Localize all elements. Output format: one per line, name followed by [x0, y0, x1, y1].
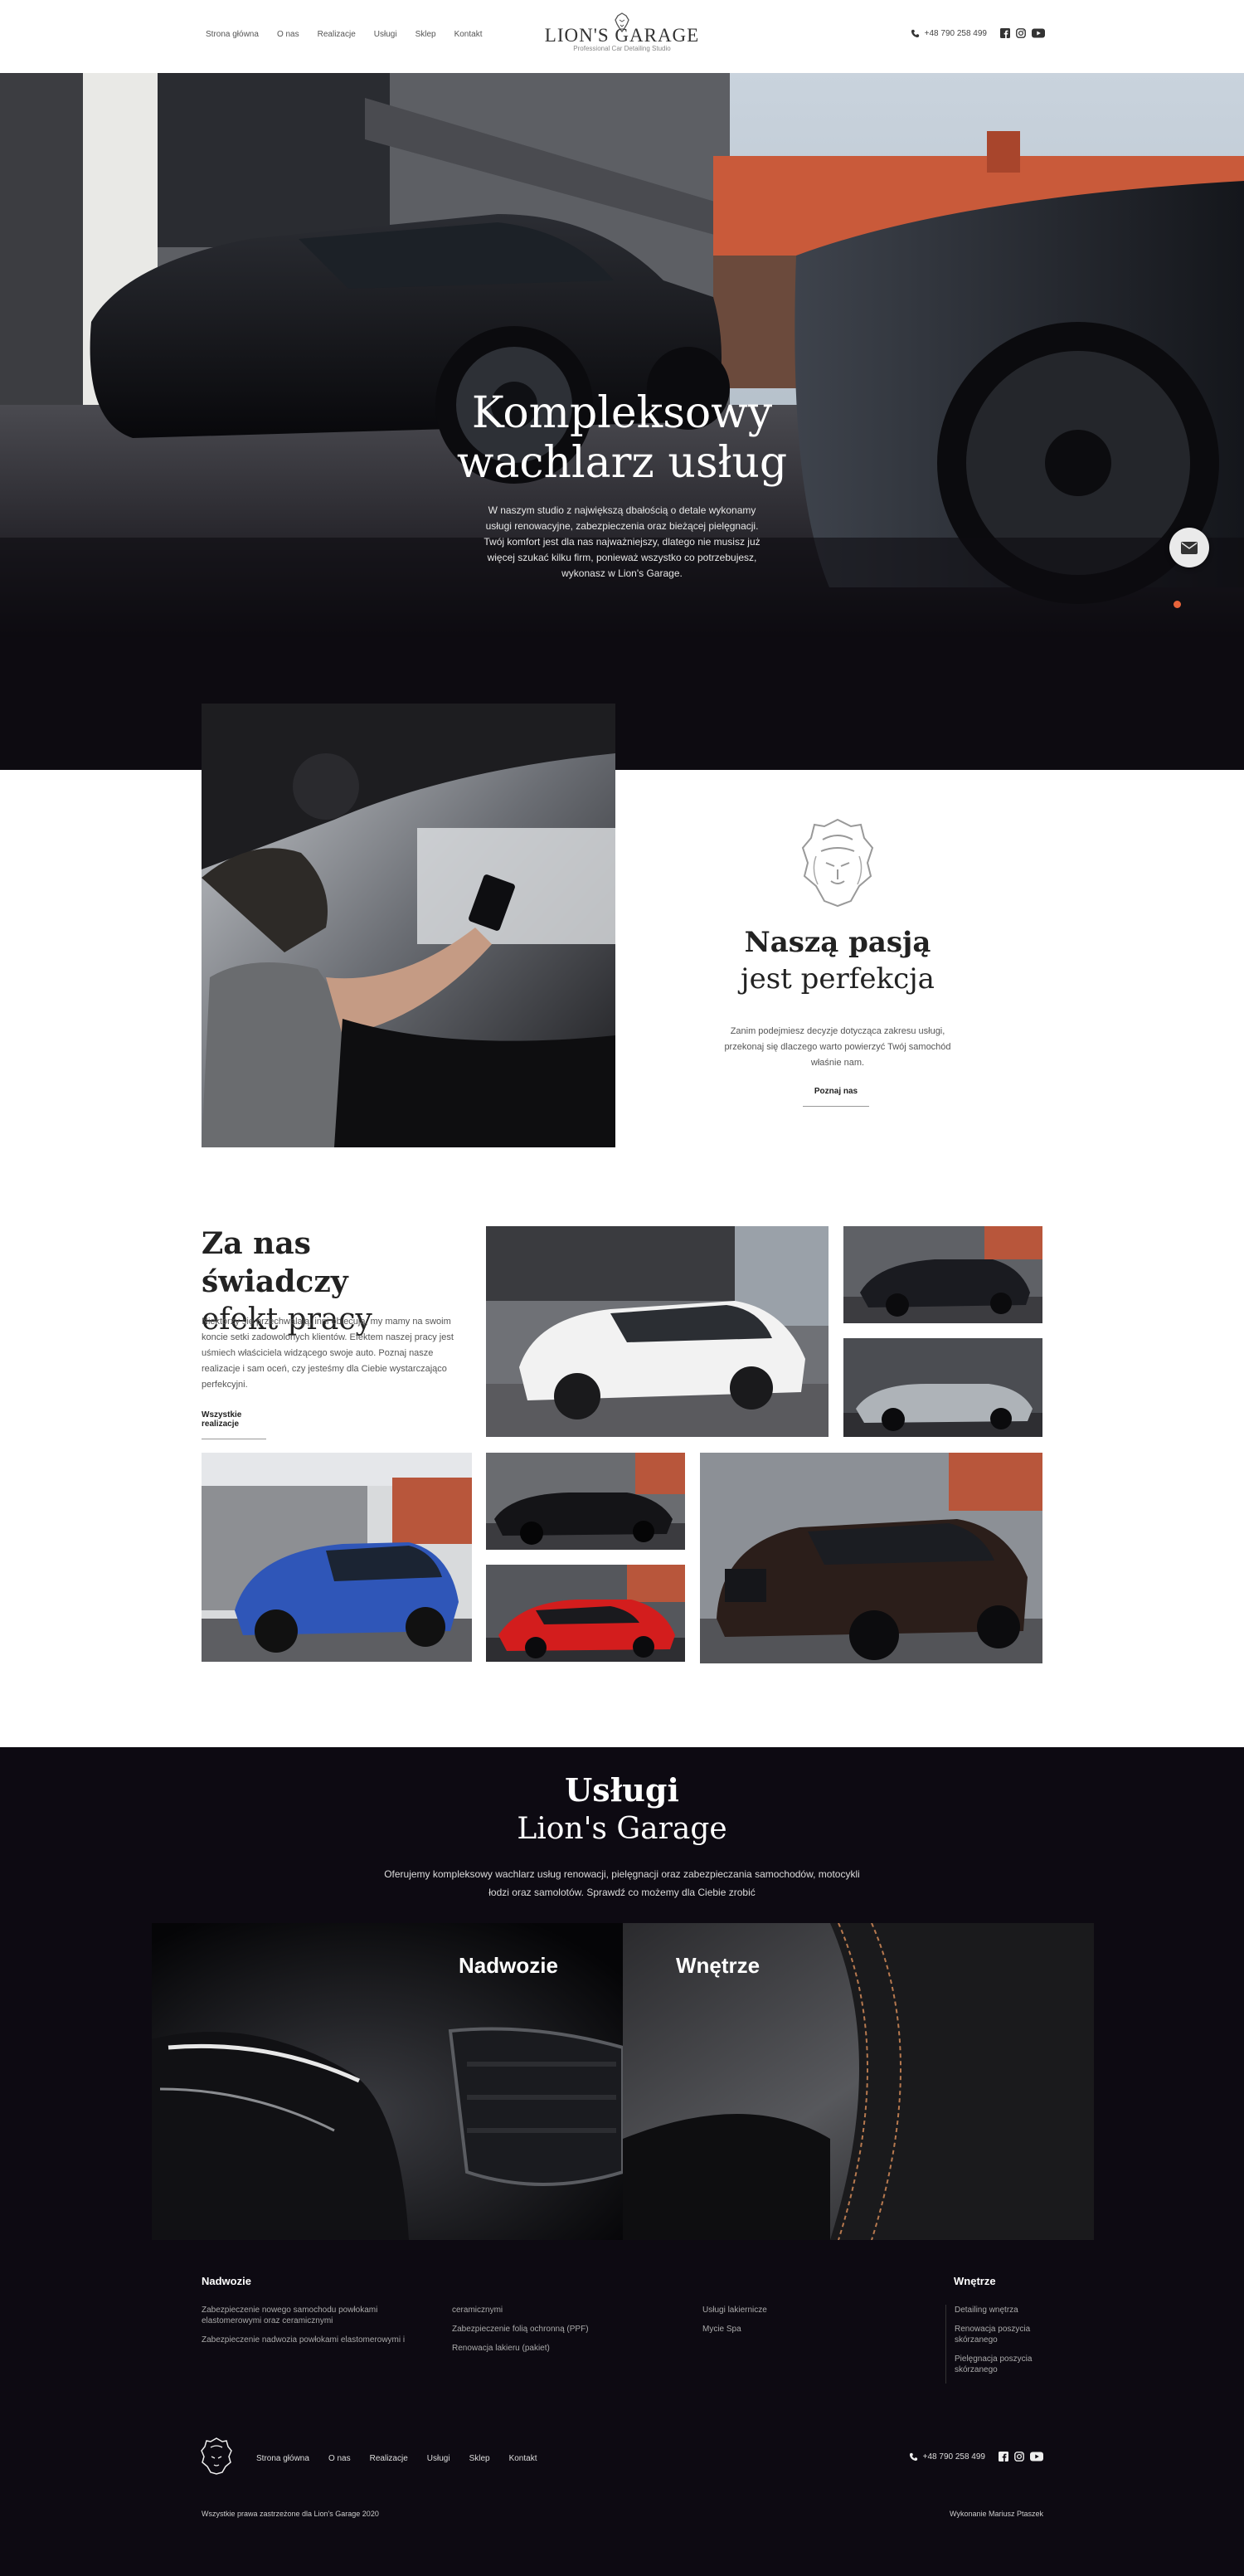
instagram-icon[interactable] — [1016, 28, 1026, 38]
detailer-photo — [202, 704, 615, 1147]
lion-emblem-icon — [801, 818, 874, 908]
copyright-text: Wszystkie prawa zastrzeżone dla Lion's G… — [202, 2510, 379, 2518]
about-description: Zanim podejmiesz decyzje dotycząca zakre… — [724, 1026, 951, 1068]
header-phone-number: +48 790 258 499 — [924, 28, 987, 38]
nav-link-shop[interactable]: Sklep — [415, 30, 436, 39]
service-list-body-heading: Nadwozie — [202, 2275, 251, 2287]
footer-social — [999, 2452, 1043, 2462]
gallery-tile-white-mercedes[interactable] — [486, 1226, 829, 1437]
gallery-tile-bmw-x7[interactable] — [700, 1453, 1042, 1663]
service-card-body-label: Nadwozie — [459, 1953, 558, 1978]
hero-title-line1: Kompleksowy — [471, 388, 773, 438]
nav-link-contact[interactable]: Kontakt — [454, 30, 483, 39]
header-contact: +48 790 258 499 — [911, 28, 1045, 38]
footer-link-about[interactable]: O nas — [328, 2454, 351, 2463]
service-item[interactable]: Zabezpieczenie folią ochronną (PPF) — [452, 2324, 634, 2335]
gallery-tile-silver-convertible[interactable] — [843, 1338, 1042, 1437]
about-heading-line2: jest perfekcja — [741, 962, 935, 996]
hero-section: Kompleksowy wachlarz usług W naszym stud… — [0, 73, 1244, 770]
hero-description: W naszym studio z największą dbałością o… — [484, 504, 760, 579]
red-audi-photo — [486, 1565, 685, 1662]
credit-text[interactable]: Wykonanie Mariusz Ptaszek — [950, 2510, 1043, 2518]
service-list-col3: Usługi lakiernicze Mycie Spa — [702, 2305, 868, 2343]
nav-link-portfolio[interactable]: Realizacje — [318, 30, 356, 39]
youtube-icon[interactable] — [1030, 2452, 1043, 2462]
footer-lion-logo-icon[interactable] — [200, 2437, 233, 2475]
services-heading: Usługi Lion's Garage — [415, 1770, 829, 1848]
service-card-interior-label: Wnętrze — [676, 1953, 760, 1978]
nav-link-services[interactable]: Usługi — [374, 30, 397, 39]
white-mercedes-photo — [486, 1226, 829, 1437]
service-list-col2: ceramicznymi Zabezpieczenie folią ochron… — [452, 2305, 634, 2362]
instagram-icon[interactable] — [1014, 2452, 1024, 2462]
footer-contact: +48 790 258 499 — [909, 2452, 1043, 2462]
nav-link-about[interactable]: O nas — [277, 30, 299, 39]
nav-link-home[interactable]: Strona główna — [206, 30, 259, 39]
footer-link-contact[interactable]: Kontakt — [509, 2454, 537, 2463]
portfolio-heading-line1: Za nas świadczy — [202, 1226, 348, 1299]
about-heading-line1: Naszą pasją — [744, 926, 931, 959]
main-nav: Strona główna O nas Realizacje Usługi Sk… — [206, 30, 483, 39]
services-heading-line2: Lion's Garage — [517, 1812, 727, 1846]
footer-link-home[interactable]: Strona główna — [256, 2454, 309, 2463]
service-card-body[interactable]: Nadwozie — [152, 1923, 623, 2240]
hero-title-line2: wachlarz usług — [456, 438, 788, 488]
service-item[interactable]: ceramicznymi — [452, 2305, 634, 2315]
header-social — [1000, 28, 1045, 38]
about-heading: Naszą pasją jest perfekcja — [672, 924, 1003, 997]
service-item[interactable]: Pielęgnacja poszycia skórzanego — [955, 2354, 1045, 2375]
black-coupe-photo — [843, 1226, 1042, 1323]
site-logo[interactable]: LION'S GARAGE Professional Car Detailing… — [539, 12, 705, 52]
youtube-icon[interactable] — [1032, 28, 1045, 38]
service-item[interactable]: Detailing wnętrza — [955, 2305, 1045, 2315]
slider-dot-active[interactable] — [1174, 601, 1181, 608]
about-us-link[interactable]: Poznaj nas — [803, 1087, 869, 1107]
contact-mail-button[interactable] — [1169, 528, 1209, 567]
service-item[interactable]: Usługi lakiernicze — [702, 2305, 868, 2315]
header-phone[interactable]: +48 790 258 499 — [911, 29, 987, 38]
footer-link-portfolio[interactable]: Realizacje — [370, 2454, 408, 2463]
all-projects-link[interactable]: Wszystkie realizacje — [202, 1410, 266, 1439]
silver-convertible-photo — [843, 1338, 1042, 1437]
phone-icon — [909, 2452, 917, 2461]
logo-title: LION'S GARAGE — [544, 25, 700, 46]
footer-phone[interactable]: +48 790 258 499 — [909, 2452, 985, 2462]
service-item[interactable]: Renowacja lakieru (pakiet) — [452, 2343, 634, 2354]
gallery-tile-blue-kia[interactable] — [202, 1453, 472, 1662]
service-list-interior-heading: Wnętrze — [954, 2275, 996, 2287]
facebook-icon[interactable] — [1000, 28, 1010, 38]
black-roadster-photo — [486, 1453, 685, 1550]
hero-dark-band — [0, 637, 1244, 770]
envelope-icon — [1181, 541, 1198, 554]
service-list-col4: Detailing wnętrza Renowacja poszycia skó… — [945, 2305, 1045, 2384]
gallery-tile-black-coupe[interactable] — [843, 1226, 1042, 1323]
blue-kia-photo — [202, 1453, 472, 1662]
footer-link-shop[interactable]: Sklep — [469, 2454, 490, 2463]
services-description: Oferujemy kompleksowy wachlarz usług ren… — [384, 1868, 860, 1898]
service-item[interactable]: Zabezpieczenie nadwozia powłokami elasto… — [202, 2335, 417, 2345]
bmw-x7-photo — [700, 1453, 1042, 1663]
services-heading-line1: Usługi — [565, 1771, 679, 1809]
site-header: Strona główna O nas Realizacje Usługi Sk… — [0, 0, 1244, 73]
hero-title: Kompleksowy wachlarz usług — [415, 388, 829, 488]
about-image — [202, 704, 615, 1147]
service-item[interactable]: Mycie Spa — [702, 2324, 868, 2335]
gallery-tile-red-audi[interactable] — [486, 1565, 685, 1662]
phone-icon — [911, 29, 919, 37]
service-list-col1: Zabezpieczenie nowego samochodu powłokam… — [202, 2305, 417, 2354]
facebook-icon[interactable] — [999, 2452, 1008, 2462]
footer-nav: Strona główna O nas Realizacje Usługi Sk… — [256, 2454, 537, 2463]
service-item[interactable]: Renowacja poszycia skórzanego — [955, 2324, 1045, 2345]
footer-link-services[interactable]: Usługi — [427, 2454, 450, 2463]
service-item[interactable]: Zabezpieczenie nowego samochodu powłokam… — [202, 2305, 417, 2326]
logo-subtitle: Professional Car Detailing Studio — [573, 45, 671, 52]
hero-text: Kompleksowy wachlarz usług W naszym stud… — [415, 388, 829, 582]
footer-phone-number: +48 790 258 499 — [922, 2452, 985, 2462]
portfolio-description: Niektórzy się przechwalają, inni obiecuj… — [202, 1317, 454, 1390]
service-card-interior[interactable]: Wnętrze — [623, 1923, 1094, 2240]
gallery-tile-black-roadster[interactable] — [486, 1453, 685, 1550]
